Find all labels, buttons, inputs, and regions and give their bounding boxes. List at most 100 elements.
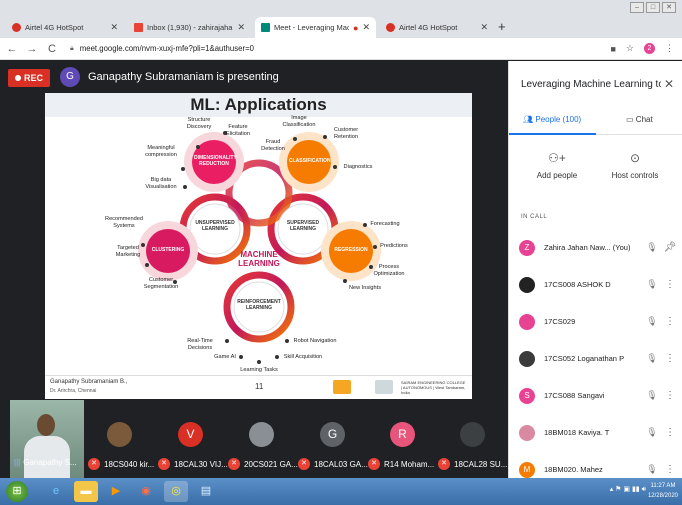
- meeting-side-panel: Leveraging Machine Learning to ... ✕ 👥︎ …: [508, 61, 682, 478]
- tab-chat[interactable]: ▭ Chat: [626, 115, 653, 124]
- tab-people[interactable]: 👥︎ People (100): [523, 115, 581, 124]
- close-icon[interactable]: ✕: [664, 77, 674, 91]
- close-icon[interactable]: ✕: [362, 22, 370, 33]
- media-icon[interactable]: ▶: [104, 481, 128, 502]
- meeting-title: Leveraging Machine Learning to ...: [521, 79, 661, 90]
- browser-tab-active[interactable]: Meet - Leveraging Machine ● ✕: [255, 17, 376, 38]
- record-dot-icon: [14, 75, 21, 81]
- label-diagnostics: Diagnostics: [343, 164, 373, 170]
- more-options-icon[interactable]: ⋮: [661, 427, 679, 438]
- participant-avatar: V: [178, 422, 203, 447]
- menu-icon[interactable]: ⋮: [665, 43, 674, 54]
- avatar: [519, 350, 535, 367]
- reload-icon[interactable]: C: [44, 43, 60, 55]
- panel-actions: ⚇+ Add people ⊙ Host controls: [509, 151, 682, 195]
- airtel-icon: [386, 23, 395, 32]
- forward-icon[interactable]: →: [24, 43, 40, 55]
- label-customer-retention: Customer Retention: [333, 127, 359, 140]
- in-call-label: IN CALL: [521, 214, 548, 220]
- avatar: Z: [519, 239, 535, 256]
- system-tray[interactable]: ▴ ⚑ ▣ ▮▮ 🔊︎: [610, 485, 646, 494]
- star-icon[interactable]: ☆: [626, 43, 634, 54]
- label-process-optimization: Process Optimization: [373, 264, 405, 277]
- mic-off-icon: ✕: [158, 458, 170, 470]
- minimize-icon[interactable]: –: [630, 2, 644, 13]
- profile-avatar[interactable]: 2: [644, 43, 655, 54]
- participant-name: ✕ 18CS040 kir...: [88, 458, 154, 470]
- panel-tabs: 👥︎ People (100) ▭ Chat: [509, 107, 682, 135]
- url-field[interactable]: 🔒︎ meet.google.com/nvm-xuxj-mfe?pli=1&au…: [70, 44, 610, 53]
- mic-off-icon[interactable]: 🎙︎: [643, 464, 661, 475]
- participant-name: ✕ 18CAL30 VIJ...: [158, 458, 228, 470]
- participant-avatar: G: [320, 422, 345, 447]
- mic-off-icon[interactable]: 🎙︎: [643, 279, 661, 290]
- list-item[interactable]: 17CS008 ASHOK D 🎙︎ ⋮: [509, 266, 682, 303]
- pin-icon[interactable]: 📌︎: [661, 242, 679, 253]
- browser-tab[interactable]: Airtel 4G HotSpot ✕: [6, 17, 124, 38]
- close-window-icon[interactable]: ✕: [662, 2, 676, 13]
- more-options-icon[interactable]: ⋮: [661, 316, 679, 327]
- list-item[interactable]: 17CS052 Loganathan P 🎙︎ ⋮: [509, 340, 682, 377]
- meet-icon: [261, 23, 270, 32]
- label-meaningful-compression: Meaningful compression: [145, 145, 177, 158]
- mic-off-icon[interactable]: 🎙︎: [643, 242, 661, 253]
- more-options-icon[interactable]: ⋮: [661, 390, 679, 401]
- mic-off-icon: ✕: [298, 458, 310, 470]
- mic-off-icon[interactable]: 🎙︎: [643, 427, 661, 438]
- participant-avatar: [107, 422, 132, 447]
- mic-off-icon: ✕: [438, 458, 450, 470]
- label-real-time-decisions: Real-Time Decisions: [187, 338, 213, 351]
- slide-page-number: 11: [255, 382, 264, 391]
- new-tab-icon[interactable]: +: [498, 19, 506, 34]
- lock-icon: 🔒︎: [70, 44, 74, 52]
- presenter-head: [37, 414, 55, 436]
- browser-tab[interactable]: Airtel 4G HotSpot ✕: [380, 17, 494, 38]
- more-options-icon[interactable]: ⋮: [661, 464, 679, 475]
- firefox-icon[interactable]: ◉: [134, 481, 158, 502]
- classification-node: CLASSIFICATION: [289, 158, 331, 164]
- back-icon[interactable]: ←: [4, 43, 20, 55]
- participant-strip: ||| Ganapathy S... ✕ 18CS040 kir... V ✕ …: [0, 400, 508, 478]
- footer-institute: SAIRAM ENGINEERING COLLEGE | AUTONOMOUS …: [401, 380, 466, 395]
- list-item[interactable]: 18BM018 Kaviya. T 🎙︎ ⋮: [509, 414, 682, 451]
- participant-name: ✕ 18CAL28 SU...: [438, 458, 507, 470]
- presenting-label: Ganapathy Subramaniam is presenting: [88, 71, 279, 83]
- avatar: M: [519, 461, 535, 478]
- folder-icon[interactable]: ▬: [74, 481, 98, 502]
- participant-name: ✕ 20CS021 GA...: [228, 458, 298, 470]
- participant-avatar: R: [390, 422, 415, 447]
- mic-off-icon[interactable]: 🎙︎: [643, 353, 661, 364]
- mic-off-icon[interactable]: 🎙︎: [643, 390, 661, 401]
- browser-tab[interactable]: Inbox (1,930) - zahirajahan.nawaz ✕: [128, 17, 251, 38]
- more-options-icon[interactable]: ⋮: [661, 279, 679, 290]
- camera-icon[interactable]: ■: [610, 44, 615, 54]
- maximize-icon[interactable]: □: [646, 2, 660, 13]
- close-icon[interactable]: ✕: [237, 22, 245, 33]
- footer-presenter: Ganapathy Subramaniam B.,: [50, 379, 128, 385]
- slide-footer: Ganapathy Subramaniam B., Dr. Arirchra, …: [45, 375, 472, 399]
- start-icon[interactable]: ⊞: [6, 481, 28, 502]
- regression-node: REGRESSION: [334, 247, 368, 253]
- list-item[interactable]: Z Zahira Jahan Naw... (You) 🎙︎ 📌︎: [509, 229, 682, 266]
- mic-off-icon[interactable]: 🎙︎: [643, 316, 661, 327]
- list-item[interactable]: 17CS029 🎙︎ ⋮: [509, 303, 682, 340]
- more-options-icon[interactable]: ⋮: [661, 353, 679, 364]
- clock[interactable]: 11:27 AM 12/28/2020: [648, 481, 678, 501]
- document-icon[interactable]: ▤: [194, 481, 218, 502]
- close-icon[interactable]: ✕: [480, 22, 488, 33]
- clustering-node: CLUSTERING: [151, 247, 185, 253]
- add-people-button[interactable]: ⚇+ Add people: [517, 151, 597, 180]
- label-skill-acquisition: Skill Acquisition: [283, 354, 323, 360]
- chrome-icon[interactable]: ◎: [164, 481, 188, 502]
- ie-icon[interactable]: e: [44, 481, 68, 502]
- chat-icon: ▭: [626, 115, 634, 124]
- toggle-icon: ⊙: [629, 151, 641, 165]
- host-controls-button[interactable]: ⊙ Host controls: [595, 151, 675, 180]
- label-feature-elicitation: Feature Elicitation: [226, 124, 250, 137]
- list-item[interactable]: S 17CS088 Sangavi 🎙︎ ⋮: [509, 377, 682, 414]
- avatar: [519, 424, 535, 441]
- taskbar: ⊞ e ▬ ▶ ◉ ◎ ▤ ▴ ⚑ ▣ ▮▮ 🔊︎ 11:27 AM 12/28…: [0, 478, 682, 505]
- mic-off-icon: ✕: [228, 458, 240, 470]
- reinforcement-label: REINFORCEMENT LEARNING: [237, 299, 281, 311]
- close-icon[interactable]: ✕: [110, 22, 118, 33]
